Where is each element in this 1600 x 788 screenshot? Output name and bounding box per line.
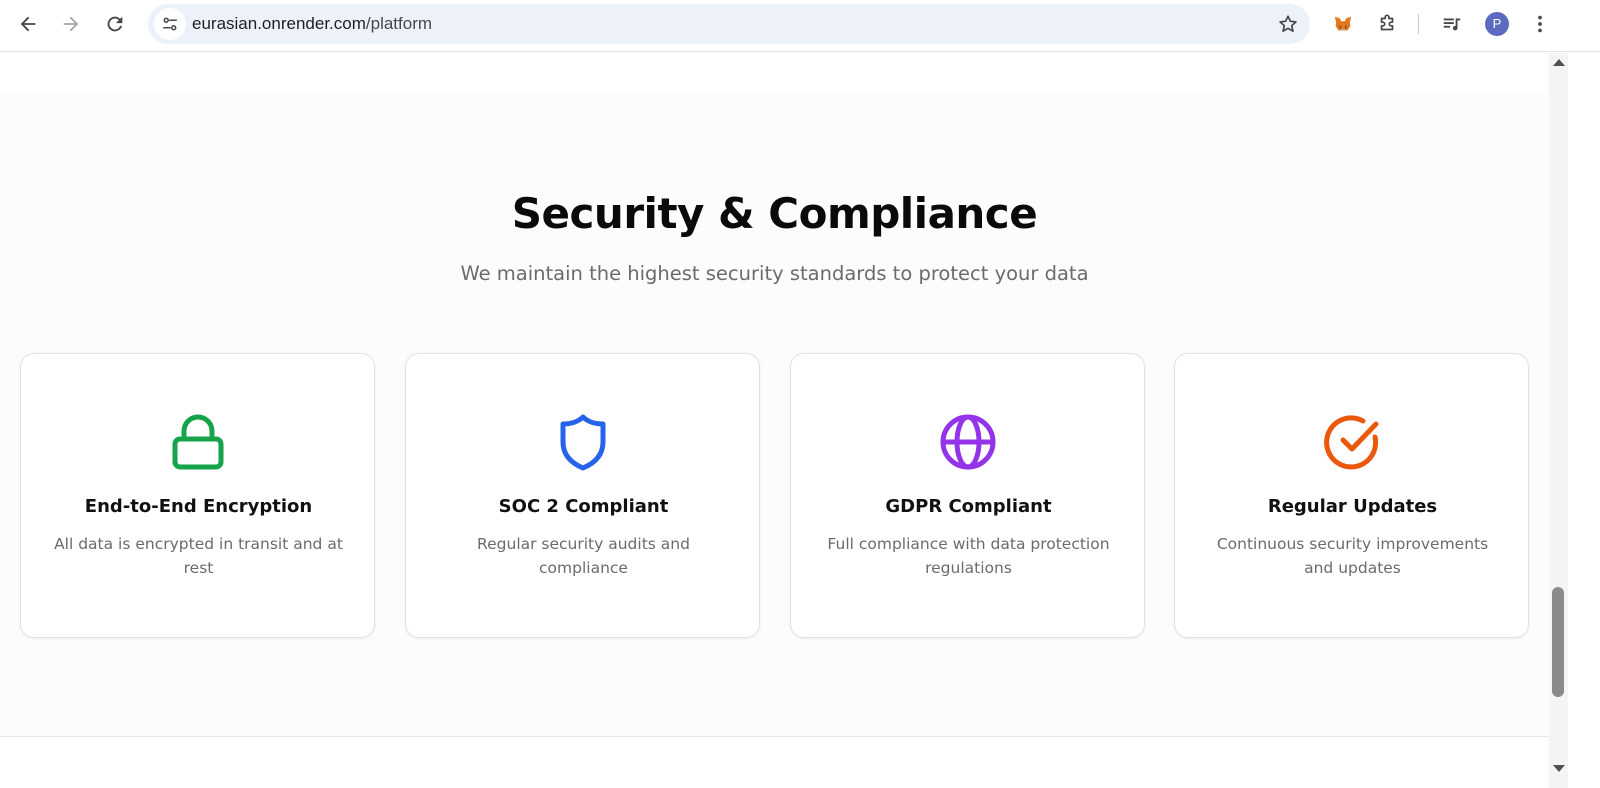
globe-icon [939,413,997,471]
bookmark-star-icon [1279,15,1297,32]
page-scrollbar[interactable] [1549,53,1568,788]
metamask-fox-icon [1334,16,1352,31]
card-title: GDPR Compliant [885,496,1052,517]
url-text[interactable]: eurasian.onrender.com/platform [192,4,432,44]
address-bar[interactable]: eurasian.onrender.com/platform [148,4,1310,44]
back-button[interactable] [12,8,44,40]
extensions-puzzle-icon [1380,14,1394,31]
section-subtitle: We maintain the highest security standar… [460,262,1089,285]
profile-avatar[interactable]: P [1485,12,1509,36]
media-playlist-icon [1443,18,1461,31]
feature-card-encryption: End-to-End Encryption All data is encryp… [20,353,375,638]
reload-button[interactable] [99,8,131,40]
feature-card-gdpr: GDPR Compliant Full compliance with data… [790,353,1145,638]
more-vert-icon [1538,15,1542,33]
card-description: Full compliance with data protection reg… [827,535,1110,577]
card-title: Regular Updates [1267,496,1438,517]
section-title: Security & Compliance [511,189,1038,238]
feature-card-soc2: SOC 2 Compliant Regular security audits … [405,353,760,638]
url-path: /platform [365,14,433,33]
card-title: End-to-End Encryption [84,496,313,517]
url-host: eurasian.onrender.com [192,14,366,33]
scroll-down-arrow-icon[interactable] [1553,765,1565,772]
media-controls-button[interactable] [1436,8,1468,40]
card-description: Continuous security improvements and upd… [1216,535,1489,577]
scrollbar-thumb[interactable] [1552,587,1564,697]
toolbar-separator [1418,14,1419,34]
browser-toolbar: eurasian.onrender.com/platform P [0,0,1600,52]
forward-icon [63,16,79,32]
site-settings-icon [163,17,177,31]
card-description: Regular security audits and compliance [477,535,690,577]
page-viewport: Security & Compliance We maintain the hi… [0,53,1549,788]
card-description: All data is encrypted in transit and at … [54,535,343,577]
extensions-button[interactable] [1371,8,1403,40]
site-settings-button[interactable] [154,8,186,40]
back-icon [20,16,36,32]
forward-button[interactable] [55,8,87,40]
security-compliance-section: Security & Compliance We maintain the hi… [0,91,1549,737]
feature-card-updates: Regular Updates Continuous security impr… [1174,353,1529,638]
browser-menu-button[interactable] [1524,8,1556,40]
window-edge [1568,53,1600,788]
shield-icon [554,413,612,471]
metamask-extension-button[interactable] [1327,8,1359,40]
bookmark-button[interactable] [1276,12,1300,36]
reload-icon [107,16,123,32]
card-title: SOC 2 Compliant [498,496,669,517]
scroll-up-arrow-icon[interactable] [1553,59,1565,66]
lock-icon [169,413,227,471]
check-circle-icon [1323,413,1381,471]
